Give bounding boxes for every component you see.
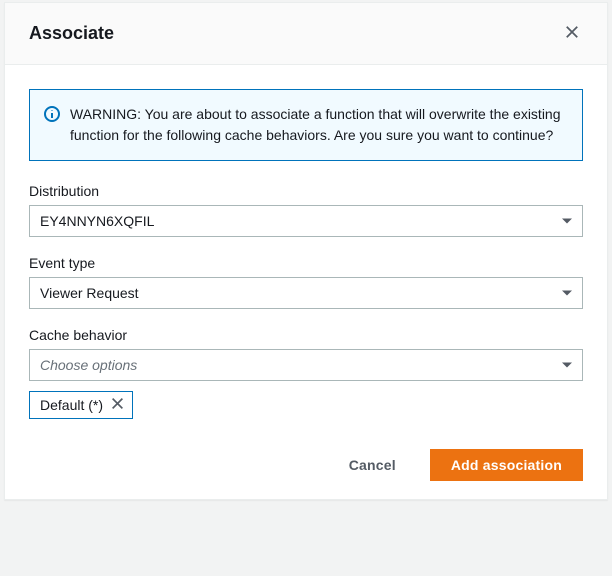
modal-body: WARNING: You are about to associate a fu… [5,65,607,435]
distribution-group: Distribution EY4NNYN6XQFIL [29,183,583,237]
cache-behavior-token: Default (*) [29,391,133,419]
cancel-button[interactable]: Cancel [329,450,416,480]
add-association-button[interactable]: Add association [430,449,583,481]
event-type-group: Event type Viewer Request [29,255,583,309]
modal-header: Associate [5,3,607,65]
associate-modal: Associate WARNING: You are about to asso… [4,2,608,500]
chevron-down-icon [562,219,572,224]
event-type-label: Event type [29,255,583,271]
modal-title: Associate [29,23,114,44]
distribution-select[interactable]: EY4NNYN6XQFIL [29,205,583,237]
event-type-select[interactable]: Viewer Request [29,277,583,309]
close-button[interactable] [561,21,583,46]
cache-behavior-label: Cache behavior [29,327,583,343]
cache-behavior-placeholder: Choose options [40,357,137,373]
chevron-down-icon [562,291,572,296]
close-icon [565,25,579,42]
info-icon [44,106,60,122]
distribution-label: Distribution [29,183,583,199]
close-icon [111,397,124,413]
event-type-value: Viewer Request [40,285,139,301]
warning-text: WARNING: You are about to associate a fu… [70,104,566,146]
distribution-value: EY4NNYN6XQFIL [40,213,154,229]
cache-behavior-select[interactable]: Choose options [29,349,583,381]
modal-footer: Cancel Add association [5,435,607,499]
cache-behavior-group: Cache behavior Choose options Default (*… [29,327,583,419]
warning-alert: WARNING: You are about to associate a fu… [29,89,583,161]
token-remove-button[interactable] [111,397,124,413]
chevron-down-icon [562,363,572,368]
token-label: Default (*) [40,397,103,413]
